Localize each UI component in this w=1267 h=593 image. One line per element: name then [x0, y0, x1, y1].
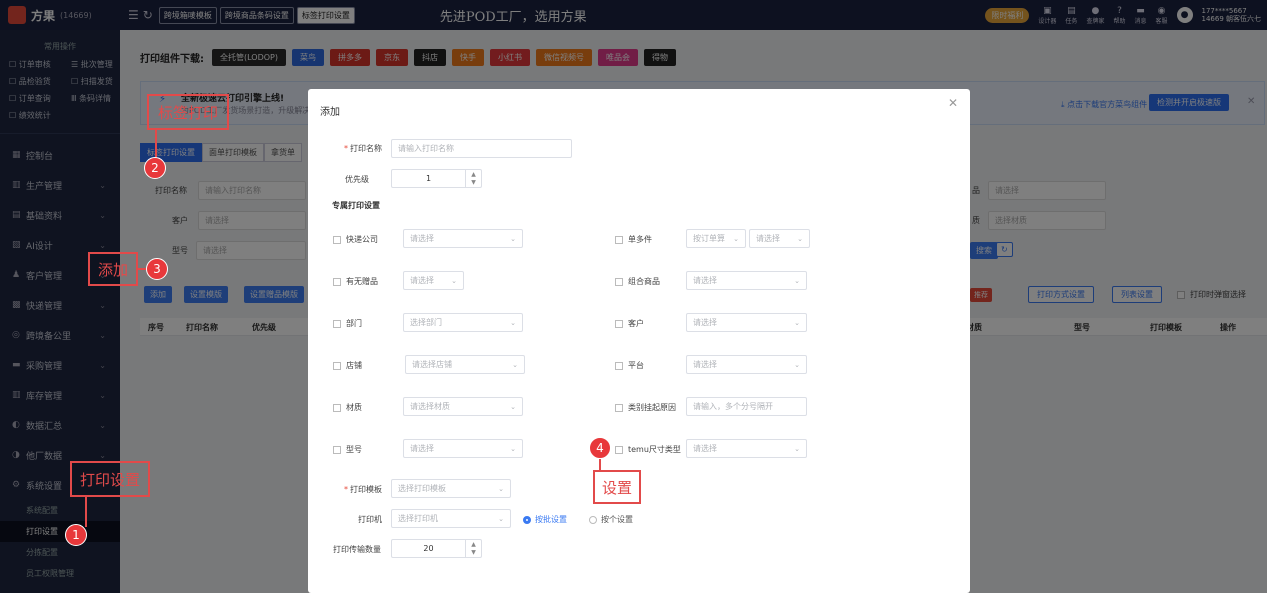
hold-reason-checkbox[interactable]: 类别挂起原因 — [615, 402, 676, 413]
chevron-down-icon: ⌄ — [794, 276, 800, 285]
express-select[interactable]: 请选择 ⌄ — [403, 229, 523, 248]
temu-size-checkbox[interactable]: temu尺寸类型 — [615, 444, 681, 455]
platform-checkbox[interactable]: 平台 — [615, 360, 644, 371]
add-dialog: 添加 ✕ * 打印名称 请输入打印名称 优先级 1 ▲ ▼ 专属打印设置 快递公司 … — [308, 89, 970, 593]
annotation-box-settings: 设置 — [593, 470, 641, 504]
annotation-box-label-print: 标签打印 — [147, 94, 229, 130]
transfer-stepper[interactable]: 20 ▲ ▼ — [391, 539, 482, 558]
material-checkbox[interactable]: 材质 — [333, 402, 362, 413]
chevron-down-icon: ⌄ — [510, 318, 516, 327]
model-checkbox[interactable]: 型号 — [333, 444, 362, 455]
chevron-down-icon: ⌄ — [498, 514, 504, 523]
temu-size-select[interactable]: 请选择 ⌄ — [686, 439, 807, 458]
template-label: * 打印模板 — [344, 485, 382, 494]
template-select[interactable]: 选择打印模板 ⌄ — [391, 479, 511, 498]
chevron-down-icon: ⌄ — [797, 234, 803, 243]
material-select[interactable]: 请选择材质 ⌄ — [403, 397, 523, 416]
printer-select[interactable]: 选择打印机 ⌄ — [391, 509, 511, 528]
combo-select[interactable]: 请选择 ⌄ — [686, 271, 807, 290]
transfer-label: 打印传输数量 — [333, 545, 381, 554]
chevron-down-icon: ⌄ — [510, 444, 516, 453]
combo-checkbox[interactable]: 组合商品 — [615, 276, 660, 287]
department-checkbox[interactable]: 部门 — [333, 318, 362, 329]
single-multi-select[interactable]: 按订单算 ⌄ — [686, 229, 746, 248]
dialog-title: 添加 — [320, 107, 340, 118]
express-checkbox[interactable]: 快递公司 — [333, 234, 378, 245]
customer-select[interactable]: 请选择 ⌄ — [686, 313, 807, 332]
chevron-down-icon: ⌄ — [512, 360, 518, 369]
gift-checkbox[interactable]: 有无赠品 — [333, 276, 378, 287]
section-title: 专属打印设置 — [332, 201, 380, 210]
close-icon[interactable]: ✕ — [948, 96, 958, 110]
radio-batch[interactable]: 按批设置 — [523, 514, 567, 525]
annotation-step-1: 1 — [65, 524, 87, 546]
printer-label: 打印机 — [358, 515, 382, 524]
annotation-line — [85, 497, 87, 527]
department-select[interactable]: 选择部门 ⌄ — [403, 313, 523, 332]
priority-label: 优先级 — [345, 175, 369, 184]
chevron-up-icon[interactable]: ▲ — [471, 171, 476, 178]
chevron-down-icon[interactable]: ▼ — [471, 549, 476, 556]
chevron-down-icon: ⌄ — [733, 234, 739, 243]
customer-checkbox[interactable]: 客户 — [615, 318, 644, 329]
single-multi-checkbox[interactable]: 单多件 — [615, 234, 652, 245]
chevron-down-icon: ⌄ — [451, 276, 457, 285]
shop-checkbox[interactable]: 店铺 — [333, 360, 362, 371]
radio-single[interactable]: 按个设置 — [589, 514, 633, 525]
gift-select[interactable]: 请选择 ⌄ — [403, 271, 464, 290]
hold-reason-input[interactable]: 请输入，多个分号隔开 — [686, 397, 807, 416]
print-name-label: * 打印名称 — [344, 144, 382, 153]
single-multi-sub-select[interactable]: 请选择 ⌄ — [749, 229, 810, 248]
annotation-step-4: 4 — [589, 437, 611, 459]
chevron-down-icon: ⌄ — [794, 360, 800, 369]
chevron-down-icon: ⌄ — [794, 444, 800, 453]
priority-stepper[interactable]: 1 ▲ ▼ — [391, 169, 482, 188]
chevron-down-icon: ⌄ — [510, 234, 516, 243]
annotation-step-3: 3 — [146, 258, 168, 280]
chevron-down-icon[interactable]: ▼ — [471, 179, 476, 186]
platform-select[interactable]: 请选择 ⌄ — [686, 355, 807, 374]
chevron-down-icon: ⌄ — [510, 402, 516, 411]
annotation-line — [155, 130, 157, 158]
model-select[interactable]: 请选择 ⌄ — [403, 439, 523, 458]
annotation-step-2: 2 — [144, 157, 166, 179]
priority-value: 1 — [425, 174, 432, 183]
annotation-box-add: 添加 — [88, 252, 138, 286]
chevron-up-icon[interactable]: ▲ — [471, 541, 476, 548]
shop-select[interactable]: 请选择店铺 ⌄ — [405, 355, 525, 374]
transfer-value: 20 — [423, 544, 434, 553]
print-name-input[interactable]: 请输入打印名称 — [391, 139, 572, 158]
annotation-box-print-settings: 打印设置 — [70, 461, 150, 497]
chevron-down-icon: ⌄ — [794, 318, 800, 327]
chevron-down-icon: ⌄ — [498, 484, 504, 493]
